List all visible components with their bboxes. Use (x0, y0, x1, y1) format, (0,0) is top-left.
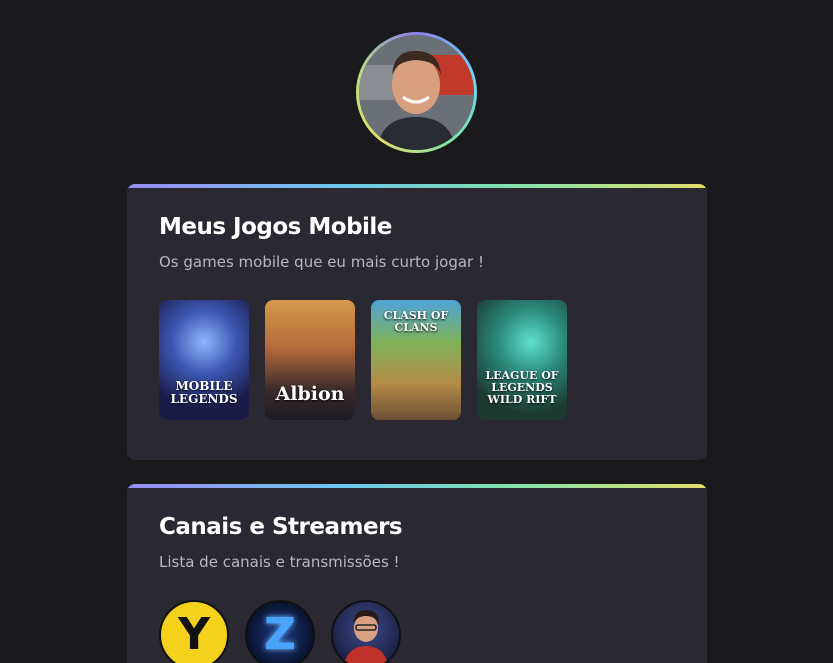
game-label: Albion (275, 383, 345, 405)
clash-of-clans-cover[interactable]: CLASH OF CLANS (371, 300, 461, 420)
albion-online-cover[interactable]: Albion (265, 300, 355, 420)
wild-rift-cover[interactable]: LEAGUE OF LEGENDS WILD RIFT (477, 300, 567, 420)
profile-photo (359, 35, 474, 150)
profile-avatar[interactable] (356, 32, 477, 153)
streamer-avatar-icon (344, 610, 388, 663)
games-subtitle: Os games mobile que eu mais curto jogar … (159, 253, 485, 271)
game-label: CLASH OF CLANS (383, 309, 449, 334)
channels-list: Y Z (159, 600, 401, 663)
channels-subtitle: Lista de canais e transmissões ! (159, 553, 400, 571)
mobile-legends-cover[interactable]: MOBILE LEGENDS (159, 300, 249, 420)
profile-photo-icon (359, 35, 474, 150)
channel-letter: Y (178, 609, 210, 660)
games-card: Meus Jogos Mobile Os games mobile que eu… (127, 184, 707, 460)
game-label: MOBILE LEGENDS (170, 379, 238, 406)
channels-title: Canais e Streamers (159, 514, 403, 540)
game-label: LEAGUE OF LEGENDS WILD RIFT (485, 369, 559, 406)
games-list: MOBILE LEGENDS Albion CLASH OF CLANS LEA… (159, 300, 567, 420)
channel-logo-y[interactable]: Y (159, 600, 229, 663)
streamer-avatar[interactable] (331, 600, 401, 663)
channel-logo-z[interactable]: Z (245, 600, 315, 663)
channels-card: Canais e Streamers Lista de canais e tra… (127, 484, 707, 663)
channel-letter: Z (264, 609, 296, 660)
page: Meus Jogos Mobile Os games mobile que eu… (0, 0, 833, 663)
games-title: Meus Jogos Mobile (159, 214, 392, 240)
